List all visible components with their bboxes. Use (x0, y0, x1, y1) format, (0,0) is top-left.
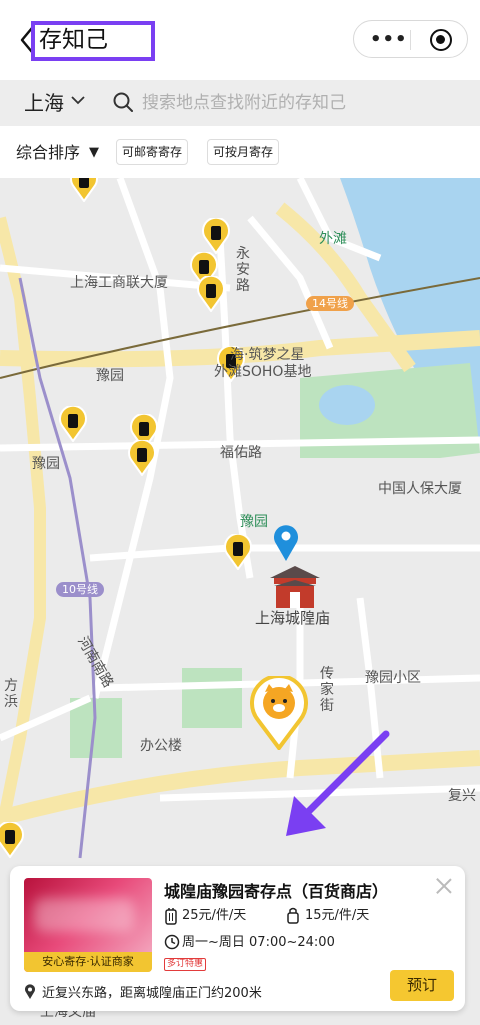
book-button[interactable]: 预订 (390, 970, 454, 1001)
map-label-soho: 外滩SOHO基地 (214, 364, 312, 380)
pointer-arrow-icon (286, 730, 390, 836)
map-label-yongan: 永安路 (236, 246, 250, 294)
metro-line-10-badge: 10号线 (56, 582, 104, 597)
search-icon (113, 92, 133, 112)
map-label-fangbang: 方浜 (4, 678, 18, 710)
certified-badge: 安心寄存·认证商家 (24, 952, 152, 972)
search-bar: 上海 (0, 80, 480, 126)
filter-chip-monthly-storage[interactable]: 可按月寄存 (207, 139, 280, 165)
luggage-small-icon (287, 907, 299, 924)
store-address: 近复兴东路，距离城隍庙正门约200米 (42, 986, 262, 1001)
promo-tag: 多订特惠 (164, 958, 207, 971)
sort-arrow-icon[interactable]: ▼ (89, 144, 99, 162)
storage-pin-icon[interactable] (70, 178, 98, 202)
store-thumbnail[interactable]: 安心寄存·认证商家 (24, 878, 152, 972)
filter-chip-mail-storage[interactable]: 可邮寄寄存 (116, 139, 189, 165)
storage-pin-icon[interactable] (59, 406, 87, 442)
storage-pin-icon[interactable] (0, 822, 24, 858)
map-label-yuyuan-station: 豫园 (96, 368, 124, 384)
sort-dropdown[interactable]: 综合排序 (16, 142, 80, 164)
location-pin-icon (25, 984, 35, 999)
more-icon[interactable]: ••• (370, 31, 408, 49)
mini-program-capsule: ••• (353, 20, 468, 58)
storage-pin-icon[interactable] (202, 218, 230, 254)
temple-icon (270, 566, 320, 608)
storage-pin-icon[interactable] (197, 276, 225, 312)
capsule-divider (410, 30, 411, 50)
chevron-down-icon[interactable] (71, 93, 85, 107)
close-icon[interactable] (434, 876, 454, 896)
close-mini-program-icon[interactable] (430, 29, 452, 51)
storage-pin-icon[interactable] (128, 440, 156, 476)
thumbnail-blur (34, 898, 134, 932)
map-label-fuxing: 复兴 (448, 788, 476, 804)
clock-icon (164, 934, 180, 950)
map-label-waitan: 外滩 (319, 231, 347, 247)
page-title: 存知己 (39, 27, 108, 53)
store-info-card[interactable]: 安心寄存·认证商家 城隍庙豫园寄存点（百货商店） 25元/件/天 15元/件/天… (10, 866, 465, 1011)
map-label-bangonglou: 办公楼 (140, 738, 182, 754)
map-label-chenghuangmiao: 上海城隍庙 (255, 609, 331, 627)
price-small-luggage: 15元/件/天 (305, 908, 370, 923)
map-label-zhumeng: 海·筑梦之星 (230, 347, 305, 363)
map-label-renbao: 中国人保大厦 (378, 481, 462, 497)
city-selector[interactable]: 上海 (24, 88, 64, 118)
price-large-luggage: 25元/件/天 (182, 908, 247, 923)
store-name[interactable]: 城隍庙豫园寄存点（百货商店） (164, 878, 388, 902)
map-label-yuyuan-xiaoqu: 豫园小区 (365, 670, 421, 686)
map-label-gongshang: 上海工商联大厦 (70, 275, 168, 291)
map-label-yuyuan-garden: 豫园 (240, 514, 268, 530)
storage-pin-icon[interactable] (224, 534, 252, 570)
top-nav-bar: 存知己 ••• (0, 0, 480, 80)
map-label-yuyuan-station: 豫园 (32, 456, 60, 472)
location-marker-icon (274, 525, 298, 561)
search-input[interactable] (142, 88, 462, 118)
metro-line-14-badge: 14号线 (306, 296, 354, 311)
map-label-fuyou-road: 福佑路 (220, 445, 262, 461)
luggage-large-icon (165, 908, 177, 925)
map-label-chuanjia: 传家街 (320, 666, 334, 714)
filter-bar: 综合排序 ▼ 可邮寄寄存 可按月寄存 (0, 126, 480, 178)
opening-hours: 周一~周日 07:00~24:00 (182, 935, 335, 950)
